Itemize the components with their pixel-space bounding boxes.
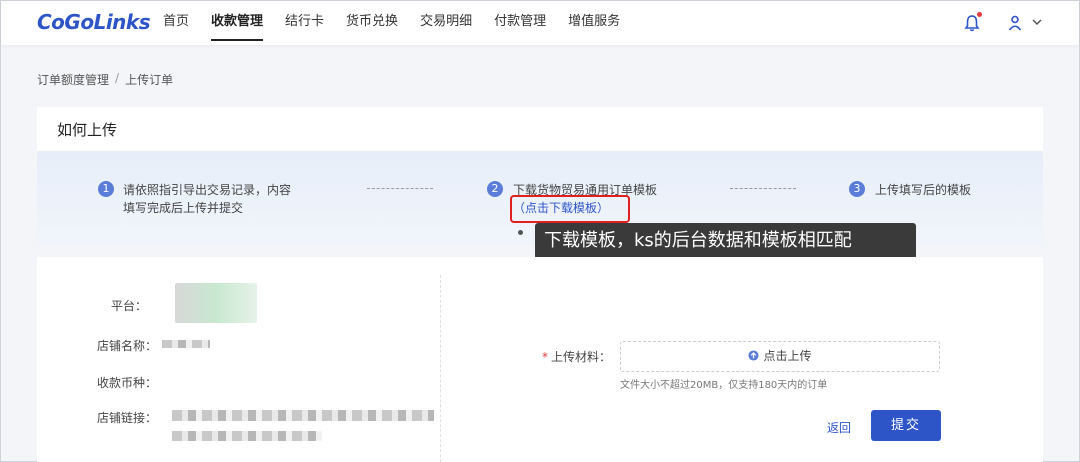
upload-form-card: 平台： 店铺名称： 收款币种： 店铺链接： * 上传材料： 点击上传 文件大小不超… xyxy=(37,257,1043,462)
nav-item-value-added[interactable]: 增值服务 xyxy=(568,1,620,45)
upload-dropzone[interactable]: 点击上传 xyxy=(620,341,940,372)
platform-label: 平台： xyxy=(110,299,147,313)
upload-label-text: 上传材料： xyxy=(551,350,612,364)
store-link-redacted-1 xyxy=(172,410,434,421)
carousel-dot[interactable] xyxy=(518,230,523,235)
user-icon[interactable] xyxy=(1007,14,1023,32)
nav-item-card[interactable]: 结行卡 xyxy=(285,1,324,45)
breadcrumb-current: 上传订单 xyxy=(125,73,174,87)
notification-dot xyxy=(977,12,982,17)
step-connector-2 xyxy=(730,188,796,189)
top-navbar: CoGoLinks 首页 收款管理 结行卡 货币兑换 交易明细 付款管理 增值服… xyxy=(1,1,1079,45)
submit-button[interactable]: 提交 xyxy=(871,410,941,441)
platform-value-redacted xyxy=(175,283,257,323)
step-3-text: 上传填写后的模板 xyxy=(875,183,972,197)
breadcrumb: 订单额度管理 / 上传订单 xyxy=(37,71,173,88)
nav-item-transactions[interactable]: 交易明细 xyxy=(420,1,472,45)
upload-icon xyxy=(748,350,760,361)
upload-label: * 上传材料： xyxy=(542,348,611,365)
nav-item-exchange[interactable]: 货币兑换 xyxy=(346,1,398,45)
store-name-redacted xyxy=(162,340,210,348)
store-link-label: 店铺链接： xyxy=(96,411,157,425)
step-3-number: 3 xyxy=(849,181,865,197)
required-mark: * xyxy=(542,350,548,364)
step-1-number: 1 xyxy=(98,181,114,197)
section-divider xyxy=(440,275,441,462)
main-nav: 首页 收款管理 结行卡 货币兑换 交易明细 付款管理 增值服务 xyxy=(163,1,642,45)
step-connector-1 xyxy=(367,188,433,189)
chevron-down-icon[interactable] xyxy=(1031,16,1043,28)
currency-label: 收款币种： xyxy=(96,376,157,390)
nav-item-collection[interactable]: 收款管理 xyxy=(211,1,264,45)
store-link-redacted-2 xyxy=(172,431,322,441)
upload-hint: 文件大小不超过20MB，仅支持180天内的订单 xyxy=(620,380,828,391)
breadcrumb-parent[interactable]: 订单额度管理 xyxy=(37,71,109,88)
nav-item-home[interactable]: 首页 xyxy=(163,1,189,45)
guide-title: 如何上传 xyxy=(57,121,118,139)
step-1-text: 请依照指引导出交易记录，内容 填写完成后上传并提交 xyxy=(123,181,291,217)
annotation-tooltip: 下载模板，ks的后台数据和模板相匹配 xyxy=(535,223,916,259)
store-name-label: 店铺名称： xyxy=(96,339,157,353)
upload-button-label: 点击上传 xyxy=(763,349,812,363)
breadcrumb-separator: / xyxy=(115,71,120,85)
nav-item-payments[interactable]: 付款管理 xyxy=(494,1,546,45)
step-2-number: 2 xyxy=(487,181,503,197)
step-1-line2: 填写完成后上传并提交 xyxy=(123,201,244,215)
highlight-box xyxy=(510,195,630,223)
step-1-line1: 请依照指引导出交易记录，内容 xyxy=(123,183,292,197)
brand-logo[interactable]: CoGoLinks xyxy=(37,10,151,34)
back-button[interactable]: 返回 xyxy=(827,419,851,436)
